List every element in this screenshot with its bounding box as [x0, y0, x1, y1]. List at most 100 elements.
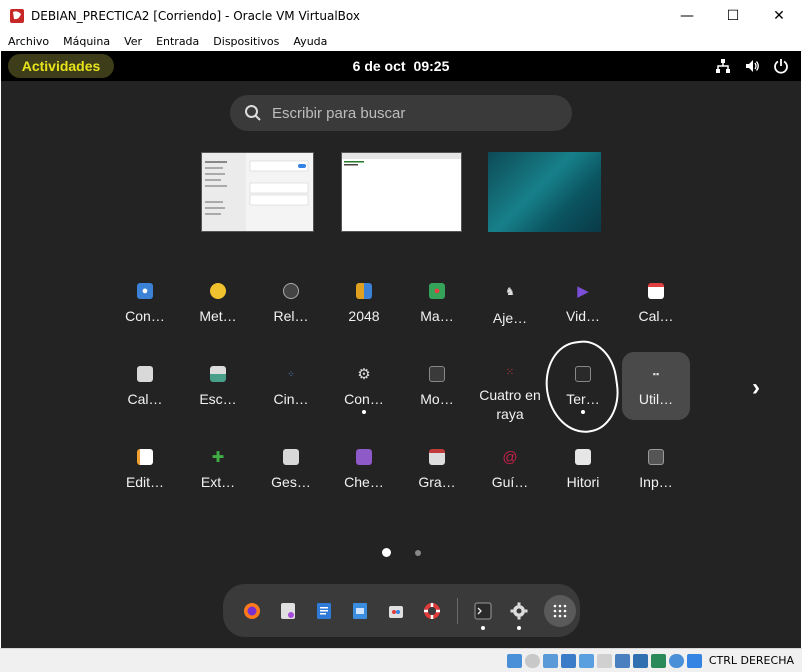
videos-icon: ▶ [577, 283, 589, 300]
terminal-icon[interactable] [472, 600, 494, 630]
help-lifebuoy-icon[interactable] [421, 600, 443, 622]
app-software[interactable]: Ges… [257, 439, 325, 507]
app-maps[interactable]: ● Ma… [403, 273, 471, 341]
app-clocks[interactable]: Rel… [257, 273, 325, 341]
show-apps-button[interactable] [544, 594, 576, 627]
app-scanner[interactable]: Esc… [184, 356, 252, 424]
app-recorder[interactable]: Gra… [403, 439, 471, 507]
app-chess[interactable]: ♞ Aje… [476, 273, 544, 341]
app-label: Gra… [418, 474, 456, 490]
settings-icon[interactable] [508, 600, 530, 630]
app-label: Guí… [491, 474, 529, 490]
menu-dispositivos[interactable]: Dispositivos [213, 35, 279, 48]
menu-ayuda[interactable]: Ayuda [293, 35, 327, 48]
app-label: Esc… [199, 391, 237, 407]
dash-separator [457, 597, 458, 624]
gnome-top-bar: Actividades 6 de oct 09:25 [1, 51, 801, 81]
app-label: Cuatro en raya [479, 387, 541, 422]
chess-icon: ♞ [505, 285, 515, 298]
text-editor-icon [137, 449, 153, 465]
app-2048[interactable]: 2048 [330, 273, 398, 341]
app-label: Inp… [639, 474, 673, 490]
search-bar[interactable] [230, 95, 572, 131]
power-icon[interactable] [772, 58, 789, 75]
maximize-button[interactable]: ☐ [710, 0, 756, 31]
app-extensions[interactable]: ✚ Ext… [184, 439, 252, 507]
menu-ver[interactable]: Ver [124, 35, 142, 48]
clock[interactable]: 6 de oct 09:25 [1, 51, 801, 81]
dash [223, 584, 580, 637]
window-title: DEBIAN_PRECTICA2 [Corriendo] - Oracle VM… [31, 8, 360, 23]
close-button[interactable]: ✕ [756, 0, 802, 31]
app-calendar[interactable]: Cal… [622, 273, 690, 341]
next-page-chevron-icon[interactable]: › [752, 374, 760, 402]
search-icon [245, 105, 261, 121]
files-icon[interactable] [277, 600, 299, 622]
network-adapter-icon[interactable] [560, 653, 576, 668]
app-system-monitor[interactable]: Mo… [403, 356, 471, 424]
app-hitori[interactable]: Hitori [549, 439, 617, 507]
workspace-thumbnail-settings[interactable] [201, 152, 314, 232]
firefox-icon[interactable] [241, 600, 263, 622]
cpu-virtualization-icon[interactable] [650, 653, 666, 668]
app-videos[interactable]: ▶ Vid… [549, 273, 617, 341]
app-label: Util… [638, 391, 674, 407]
usb-icon[interactable] [578, 653, 594, 668]
mouse-integration-icon[interactable] [668, 653, 684, 668]
app-calculator[interactable]: Cal… [111, 356, 179, 424]
hitori-icon [575, 449, 591, 465]
debian-help-icon: @ [502, 448, 518, 466]
app-four-in-a-row[interactable]: ⁙ Cuatro en raya [476, 356, 544, 424]
menu-maquina[interactable]: Máquina [63, 35, 110, 48]
virtualbox-app-icon [10, 8, 24, 23]
page-indicator [1, 548, 801, 557]
optical-drive-icon[interactable] [524, 653, 540, 668]
four-in-a-row-icon: ⁙ [505, 366, 515, 378]
document-icon[interactable] [349, 600, 371, 622]
menu-bar: Archivo Máquina Ver Entrada Dispositivos… [0, 31, 802, 51]
app-label: Ges… [271, 474, 311, 490]
shared-folders-icon[interactable] [596, 653, 612, 668]
system-monitor-icon [429, 366, 445, 382]
page-dot-2[interactable] [414, 549, 421, 556]
cinnamon-dots-icon: ⁘ [287, 368, 295, 379]
app-contacts[interactable]: ● Con… [111, 273, 179, 341]
app-weather[interactable]: Met… [184, 273, 252, 341]
app-label: Mo… [420, 391, 454, 407]
app-label: Con… [125, 308, 165, 324]
keyboard-capture-icon[interactable] [686, 653, 702, 668]
window-controls: — ☐ ✕ [664, 0, 802, 31]
app-cinnamon[interactable]: ⁘ Cin… [257, 356, 325, 424]
workspace-thumbnail-terminal[interactable] [341, 152, 462, 232]
app-cheese[interactable]: Che… [330, 439, 398, 507]
system-tray[interactable] [714, 51, 789, 81]
cheese-icon [356, 449, 372, 465]
recorder-icon [429, 449, 445, 465]
search-input[interactable] [272, 104, 552, 122]
menu-archivo[interactable]: Archivo [8, 35, 49, 48]
page-dot-1[interactable] [381, 548, 391, 557]
app-utilities-folder[interactable]: ▪▪ Util… [622, 352, 690, 420]
network-icon[interactable] [714, 58, 731, 75]
app-debian-help[interactable]: @ Guí… [476, 439, 544, 507]
recording-icon[interactable] [632, 653, 648, 668]
software-center-icon[interactable] [385, 600, 407, 622]
audio-icon[interactable] [542, 653, 558, 668]
app-text-editor[interactable]: Edit… [111, 439, 179, 507]
app-input-method[interactable]: Inp… [622, 439, 690, 507]
minimize-button[interactable]: — [664, 0, 710, 31]
app-label: Che… [344, 474, 384, 490]
volume-icon[interactable] [743, 58, 760, 75]
software-icon [283, 449, 299, 465]
guest-screen[interactable]: Actividades 6 de oct 09:25 Escribir para… [1, 51, 801, 648]
app-settings[interactable]: ⚙ Con… [330, 356, 398, 424]
menu-entrada[interactable]: Entrada [156, 35, 199, 48]
clock-icon [283, 283, 299, 299]
grid-icon [553, 604, 567, 617]
hard-disk-icon[interactable] [506, 653, 522, 668]
writer-icon[interactable] [313, 600, 335, 622]
display-icon[interactable] [614, 653, 630, 668]
running-indicator [517, 625, 521, 630]
app-label: Ext… [200, 474, 236, 490]
workspace-thumbnail-desktop[interactable] [488, 152, 601, 232]
